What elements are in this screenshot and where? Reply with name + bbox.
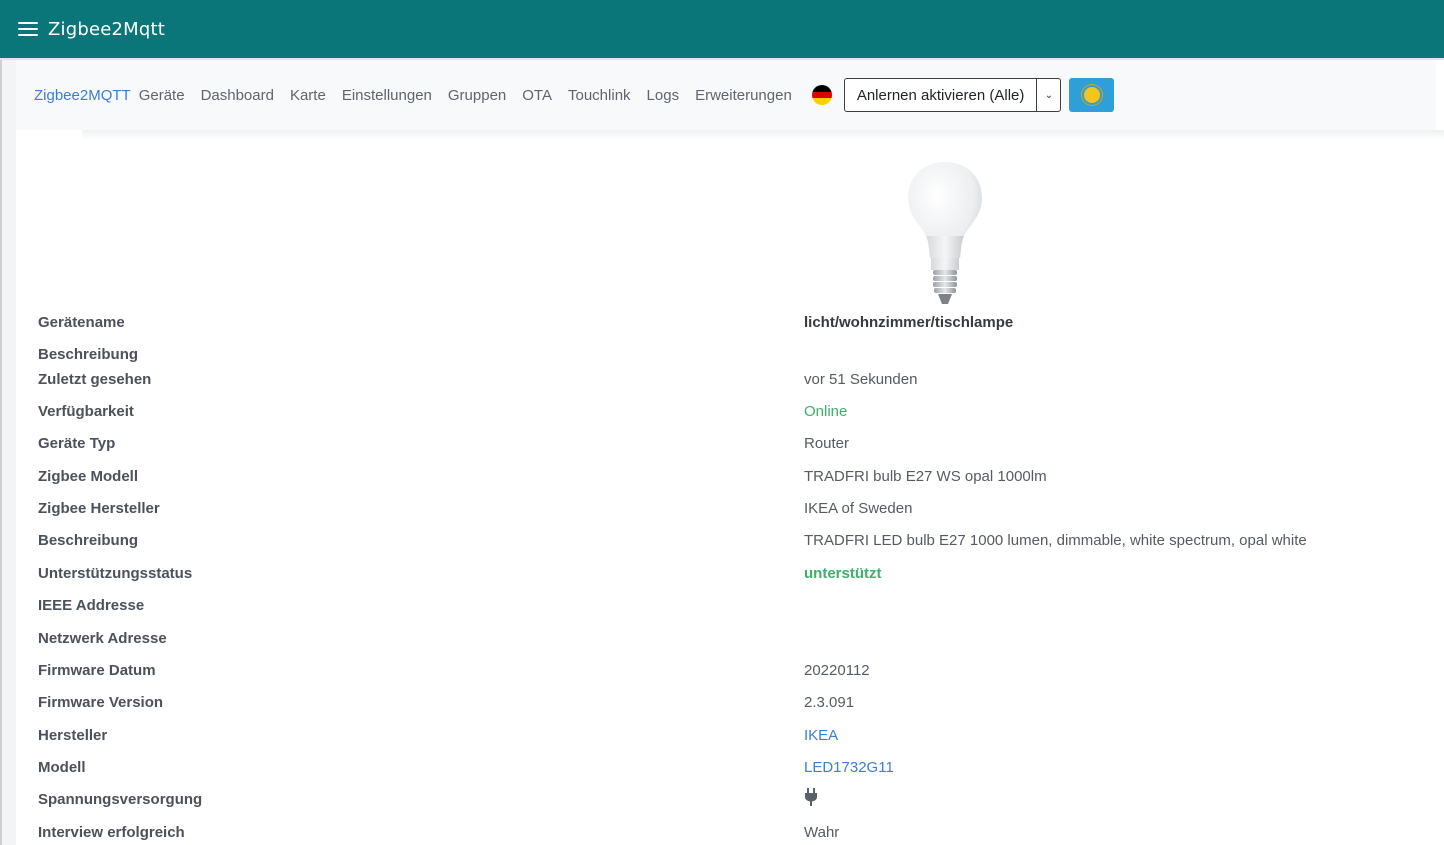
detail-label: Beschreibung: [38, 345, 139, 363]
detail-row-firmware-datum: Firmware Datum 20220112: [38, 659, 1418, 681]
nav-link-dashboard[interactable]: Dashboard: [201, 87, 274, 104]
plug-icon: [805, 788, 817, 806]
chevron-down-icon[interactable]: ⌄: [1036, 79, 1060, 111]
main-navbar: Zigbee2MQTT Geräte Dashboard Karte Einst…: [16, 60, 1436, 130]
device-name-value: licht/wohnzimmer/tischlampe: [804, 313, 1014, 331]
detail-label: Beschreibung: [38, 531, 139, 549]
nav-link-einstellungen[interactable]: Einstellungen: [342, 87, 432, 104]
app-title: Zigbee2Mqtt: [48, 18, 166, 40]
detail-row-zigbee-modell: Zigbee Modell TRADFRI bulb E27 WS opal 1…: [38, 465, 1418, 487]
detail-label: Firmware Datum: [38, 661, 156, 679]
german-flag-icon[interactable]: [811, 85, 832, 105]
detail-label: Zigbee Hersteller: [38, 499, 160, 517]
support-status-value: unterstützt: [804, 564, 882, 582]
nav-link-ota[interactable]: OTA: [522, 87, 552, 104]
content-divider: [82, 130, 1444, 140]
last-seen-value: vor 51 Sekunden: [804, 370, 918, 388]
detail-label: Firmware Version: [38, 693, 164, 711]
detail-label: Interview erfolgreich: [38, 823, 185, 841]
detail-row-beschreibung: Beschreibung: [38, 343, 1418, 365]
interview-success-value: Wahr: [804, 823, 840, 841]
detail-label: Zigbee Modell: [38, 467, 139, 485]
permit-join-select[interactable]: Anlernen aktivieren (Alle) ⌄: [843, 78, 1062, 112]
device-image: [900, 158, 990, 308]
detail-row-hersteller: Hersteller IKEA: [38, 724, 1418, 746]
nav-link-gruppen[interactable]: Gruppen: [448, 87, 506, 104]
menu-icon[interactable]: [18, 22, 38, 36]
nav-link-karte[interactable]: Karte: [290, 87, 326, 104]
zigbee-manufacturer-value: IKEA of Sweden: [804, 499, 913, 517]
app-header: Zigbee2Mqtt: [0, 0, 1444, 58]
firmware-date-value: 20220112: [804, 661, 870, 679]
permit-join-value[interactable]: Anlernen aktivieren (Alle): [845, 79, 1037, 111]
nav-brand-link[interactable]: Zigbee2MQTT: [34, 87, 131, 104]
model-link[interactable]: LED1732G11: [804, 759, 894, 776]
manufacturer-link[interactable]: IKEA: [804, 727, 838, 744]
nav-link-touchlink[interactable]: Touchlink: [568, 87, 631, 104]
lightbulb-image: [908, 162, 982, 304]
power-source-value: [804, 788, 818, 810]
detail-row-spannungsversorgung: Spannungsversorgung: [38, 788, 1418, 810]
detail-label: Spannungsversorgung: [38, 790, 203, 808]
detail-label: IEEE Addresse: [38, 596, 145, 614]
detail-label: Geräte Typ: [38, 434, 116, 452]
detail-label: Verfügbarkeit: [38, 402, 134, 420]
detail-label: Unterstützungsstatus: [38, 564, 193, 582]
detail-row-geraetename: Gerätename licht/wohnzimmer/tischlampe: [38, 311, 1418, 333]
zigbee-model-value: TRADFRI bulb E27 WS opal 1000lm: [804, 467, 1047, 485]
sun-icon: [1083, 87, 1100, 103]
detail-label: Netzwerk Adresse: [38, 629, 167, 647]
model-description-value: TRADFRI LED bulb E27 1000 lumen, dimmabl…: [804, 531, 1307, 549]
availability-value: Online: [804, 402, 848, 420]
detail-row-unterstuetzungsstatus: Unterstützungsstatus unterstützt: [38, 562, 1418, 584]
detail-row-firmware-version: Firmware Version 2.3.091: [38, 691, 1418, 713]
detail-row-interview-erfolgreich: Interview erfolgreich Wahr: [38, 821, 1418, 843]
nav-link-logs[interactable]: Logs: [647, 87, 680, 104]
frame-left-stripe: [2, 58, 16, 845]
detail-label: Modell: [38, 758, 86, 776]
detail-label: Zuletzt gesehen: [38, 370, 152, 388]
detail-label: Gerätename: [38, 313, 125, 331]
theme-toggle-button[interactable]: [1069, 78, 1115, 112]
nav-link-geraete[interactable]: Geräte: [139, 87, 185, 104]
firmware-version-value: 2.3.091: [804, 693, 855, 711]
nav-link-erweiterungen[interactable]: Erweiterungen: [695, 87, 792, 104]
device-type-value: Router: [804, 434, 850, 452]
detail-row-verfuegbarkeit: Verfügbarkeit Online: [38, 400, 1418, 422]
detail-row-zuletzt-gesehen: Zuletzt gesehen vor 51 Sekunden: [38, 368, 1418, 390]
detail-row-netzwerk-adresse: Netzwerk Adresse: [38, 627, 1418, 649]
detail-row-geraete-typ: Geräte Typ Router: [38, 432, 1418, 454]
detail-row-zigbee-hersteller: Zigbee Hersteller IKEA of Sweden: [38, 497, 1418, 519]
detail-row-beschreibung-modell: Beschreibung TRADFRI LED bulb E27 1000 l…: [38, 529, 1418, 551]
detail-row-modell: Modell LED1732G11: [38, 756, 1418, 778]
detail-row-ieee-addresse: IEEE Addresse: [38, 594, 1418, 616]
detail-label: Hersteller: [38, 726, 108, 744]
